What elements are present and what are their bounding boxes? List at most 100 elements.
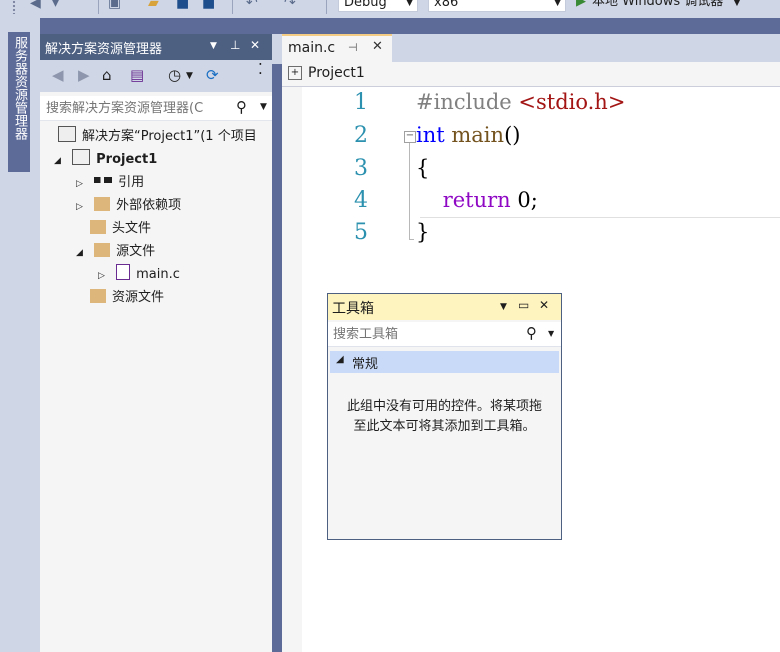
line-number: 2 bbox=[354, 123, 368, 148]
tree-item-references[interactable]: ▷ 引用 bbox=[76, 172, 144, 194]
toolbox-titlebar[interactable]: 工具箱 ▼ ▭ ✕ bbox=[328, 294, 561, 320]
folder-icon bbox=[94, 197, 111, 211]
toolbox-search: ⚲ ▼ bbox=[328, 322, 561, 347]
collapse-arrow-icon: ◢ bbox=[336, 354, 344, 365]
expand-arrow-icon[interactable]: ▷ bbox=[76, 196, 90, 218]
line-number: 4 bbox=[354, 188, 368, 213]
chevron-down-icon: ▼ bbox=[733, 0, 741, 8]
tree-item-solution[interactable]: 解决方案“Project1”(1 个项目 bbox=[58, 126, 257, 148]
references-icon bbox=[94, 177, 113, 183]
tree-item-header-files[interactable]: 头文件 bbox=[90, 218, 151, 240]
close-icon[interactable]: ✕ bbox=[539, 298, 549, 312]
tree-item-label: 头文件 bbox=[112, 221, 152, 236]
document-tab-well: main.c ⊣ ✕ bbox=[272, 34, 780, 64]
tree-item-label: Project1 bbox=[96, 152, 158, 167]
collapse-arrow-icon[interactable]: ◢ bbox=[54, 150, 68, 172]
chevron-down-icon: ▼ bbox=[554, 0, 561, 8]
search-icon[interactable]: ⚲ bbox=[236, 98, 247, 116]
switch-views-icon[interactable]: ▤ bbox=[130, 66, 144, 84]
code-token: () bbox=[504, 123, 521, 147]
maximize-icon[interactable]: ▭ bbox=[518, 298, 529, 312]
collapse-arrow-icon[interactable]: ◢ bbox=[76, 242, 90, 264]
home-icon[interactable]: ⌂ bbox=[102, 66, 112, 84]
pending-changes-icon[interactable]: ◷ bbox=[168, 66, 181, 84]
save-icon[interactable]: ■ bbox=[176, 0, 189, 12]
expand-arrow-icon[interactable]: ▷ bbox=[76, 173, 90, 195]
line-number: 1 bbox=[354, 90, 368, 115]
code-token: main bbox=[451, 123, 505, 147]
code-line-1: #include <stdio.h> bbox=[416, 90, 625, 114]
back-icon[interactable]: ◀ bbox=[30, 0, 41, 12]
back-icon[interactable]: ◀ bbox=[52, 66, 64, 84]
expand-arrow-icon[interactable]: ▷ bbox=[98, 265, 112, 287]
code-token: } bbox=[416, 220, 430, 244]
start-debug-button[interactable]: ▶ 本地 Windows 调试器 ▼ bbox=[576, 0, 740, 12]
tree-item-label: 外部依赖项 bbox=[116, 198, 182, 213]
server-explorer-tab[interactable]: 服务器资源管理器 bbox=[8, 32, 30, 172]
run-label: 本地 Windows 调试器 bbox=[592, 0, 724, 9]
toolbox-title: 工具箱 bbox=[332, 301, 374, 317]
toolbar-grip[interactable] bbox=[12, 0, 16, 14]
undo-icon[interactable]: ↶ bbox=[246, 0, 258, 12]
new-item-icon[interactable]: ▣ bbox=[108, 0, 121, 12]
chevron-down-icon[interactable]: ▼ bbox=[260, 102, 267, 112]
toolbox-group-general[interactable]: ◢ 常规 bbox=[330, 351, 559, 373]
tree-item-label: 源文件 bbox=[116, 244, 156, 259]
close-icon[interactable]: ✕ bbox=[250, 38, 260, 52]
tree-item-label: 引用 bbox=[118, 175, 145, 190]
tree-item-resource-files[interactable]: 资源文件 bbox=[90, 287, 164, 309]
tab-main-c[interactable]: main.c ⊣ ✕ bbox=[282, 34, 392, 62]
tree-item-external-deps[interactable]: ▷ 外部依赖项 bbox=[76, 195, 181, 217]
collapse-outline-icon[interactable]: − bbox=[404, 131, 416, 143]
save-all-icon[interactable]: ■ bbox=[202, 0, 215, 12]
scope-dropdown[interactable]: Project1 bbox=[308, 65, 365, 81]
tree-item-source-files[interactable]: ◢ 源文件 bbox=[76, 241, 155, 263]
chevron-down-icon[interactable]: ▼ bbox=[548, 329, 554, 338]
tree-item-label: 资源文件 bbox=[112, 290, 165, 305]
search-icon[interactable]: ⚲ bbox=[526, 324, 537, 342]
code-token: { bbox=[416, 156, 430, 180]
more-icon[interactable]: ⁚ bbox=[258, 60, 263, 78]
window-menu-icon[interactable]: ▼ bbox=[210, 41, 217, 51]
toolbar-separator bbox=[232, 0, 233, 14]
dropdown-icon[interactable]: ▾ bbox=[52, 0, 59, 12]
chevron-down-icon: ▼ bbox=[406, 0, 413, 8]
refresh-icon[interactable]: ⟳ bbox=[206, 66, 219, 84]
tree-item-project[interactable]: ◢ Project1 bbox=[54, 149, 157, 171]
window-menu-icon[interactable]: ▼ bbox=[500, 302, 507, 312]
project-icon: + bbox=[288, 66, 302, 80]
tree-item-label: main.c bbox=[136, 267, 180, 282]
play-icon: ▶ bbox=[576, 0, 586, 9]
side-tab-strip: 服务器资源管理器 bbox=[0, 18, 40, 652]
tree-item-main-c[interactable]: ▷ main.c bbox=[98, 264, 180, 286]
pin-icon[interactable]: ⊣ bbox=[348, 41, 358, 54]
outline-guide bbox=[409, 143, 410, 239]
toolbox-empty-message: 此组中没有可用的控件。将某项拖至此文本可将其添加到工具箱。 bbox=[346, 399, 542, 434]
toolbox-search-input[interactable] bbox=[333, 325, 513, 343]
redo-icon[interactable]: ↷ bbox=[284, 0, 296, 12]
navigation-bar: + Project1 bbox=[282, 62, 780, 87]
tree-item-label: 解决方案“Project1”(1 个项目 bbox=[82, 129, 257, 144]
code-line-5: } bbox=[416, 220, 429, 244]
main-toolbar: ◀ ▾ ▣ ▰ ■ ■ ↶ ↷ Debug ▼ x86 ▼ ▶ 本地 Window… bbox=[0, 0, 780, 18]
solution-search-input[interactable] bbox=[46, 99, 226, 117]
close-icon[interactable]: ✕ bbox=[372, 39, 383, 54]
open-folder-icon[interactable]: ▰ bbox=[148, 0, 159, 12]
outline-guide-end bbox=[409, 239, 414, 240]
platform-select[interactable]: x86 ▼ bbox=[428, 0, 566, 12]
code-line-3: { bbox=[416, 156, 429, 180]
forward-icon[interactable]: ▶ bbox=[78, 66, 90, 84]
pin-icon[interactable]: ⊥ bbox=[230, 38, 240, 52]
toolbox-group-label: 常规 bbox=[352, 357, 379, 372]
platform-value: x86 bbox=[434, 0, 459, 10]
toolbox-window: 工具箱 ▼ ▭ ✕ ⚲ ▼ ◢ 常规 此组中没有可用的控件。将某项拖至此文本可将… bbox=[327, 293, 562, 540]
filter-folder-icon bbox=[90, 220, 106, 234]
chevron-down-icon[interactable]: ▼ bbox=[186, 71, 193, 81]
solution-explorer-title: 解决方案资源管理器 bbox=[45, 42, 163, 57]
solution-explorer-titlebar: 解决方案资源管理器 ▼ ⊥ ✕ bbox=[40, 34, 272, 60]
config-select[interactable]: Debug ▼ bbox=[338, 0, 418, 12]
code-token: return bbox=[442, 188, 511, 212]
solution-explorer-panel: 解决方案资源管理器 ▼ ⊥ ✕ ◀ ▶ ⌂ ▤ ◷ ▼ ⟳ ⁚ ⚲ ▼ 解决方案… bbox=[40, 34, 272, 652]
config-value: Debug bbox=[344, 0, 387, 10]
